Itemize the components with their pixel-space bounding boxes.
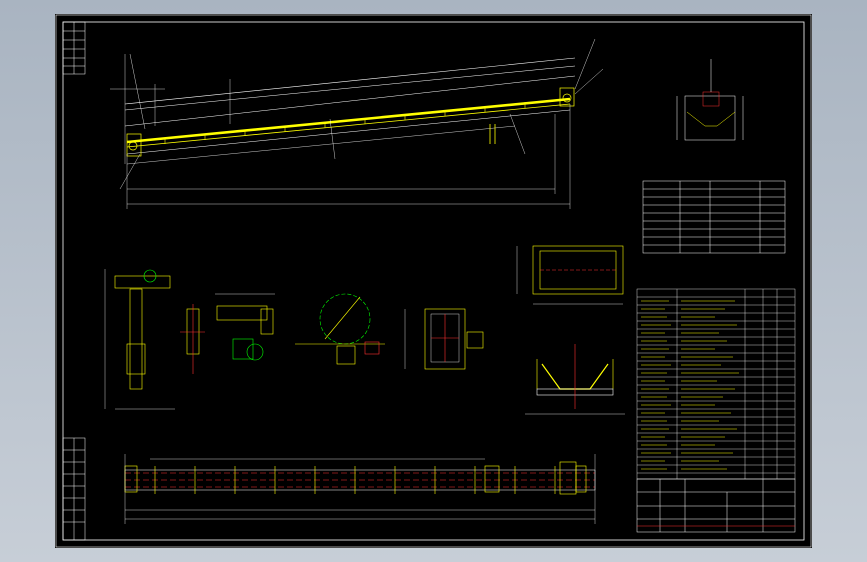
inclined-conveyor-elevation: [110, 38, 604, 209]
feed-hopper-plan: [516, 245, 624, 305]
tail-frame-detail: [404, 308, 484, 370]
drawing-canvas: [55, 14, 812, 548]
drawing-sheet: [55, 14, 812, 548]
conveyor-plan-view: [124, 454, 596, 524]
parameter-table: [642, 180, 786, 254]
left-top-stamp: [62, 21, 86, 75]
idler-section: [525, 344, 625, 415]
title-block: [636, 478, 796, 533]
left-bottom-stamp: [62, 437, 86, 541]
sheet-border: [62, 21, 805, 541]
drive-support-detail: [215, 293, 275, 361]
pulley-detail: [295, 293, 385, 365]
cad-viewport[interactable]: [0, 0, 867, 562]
sheet-outer-border: [55, 14, 812, 548]
bracket-detail: [180, 304, 205, 374]
parts-list: [636, 288, 796, 480]
head-section-detail: [676, 59, 744, 141]
head-stand-detail: [104, 269, 175, 410]
